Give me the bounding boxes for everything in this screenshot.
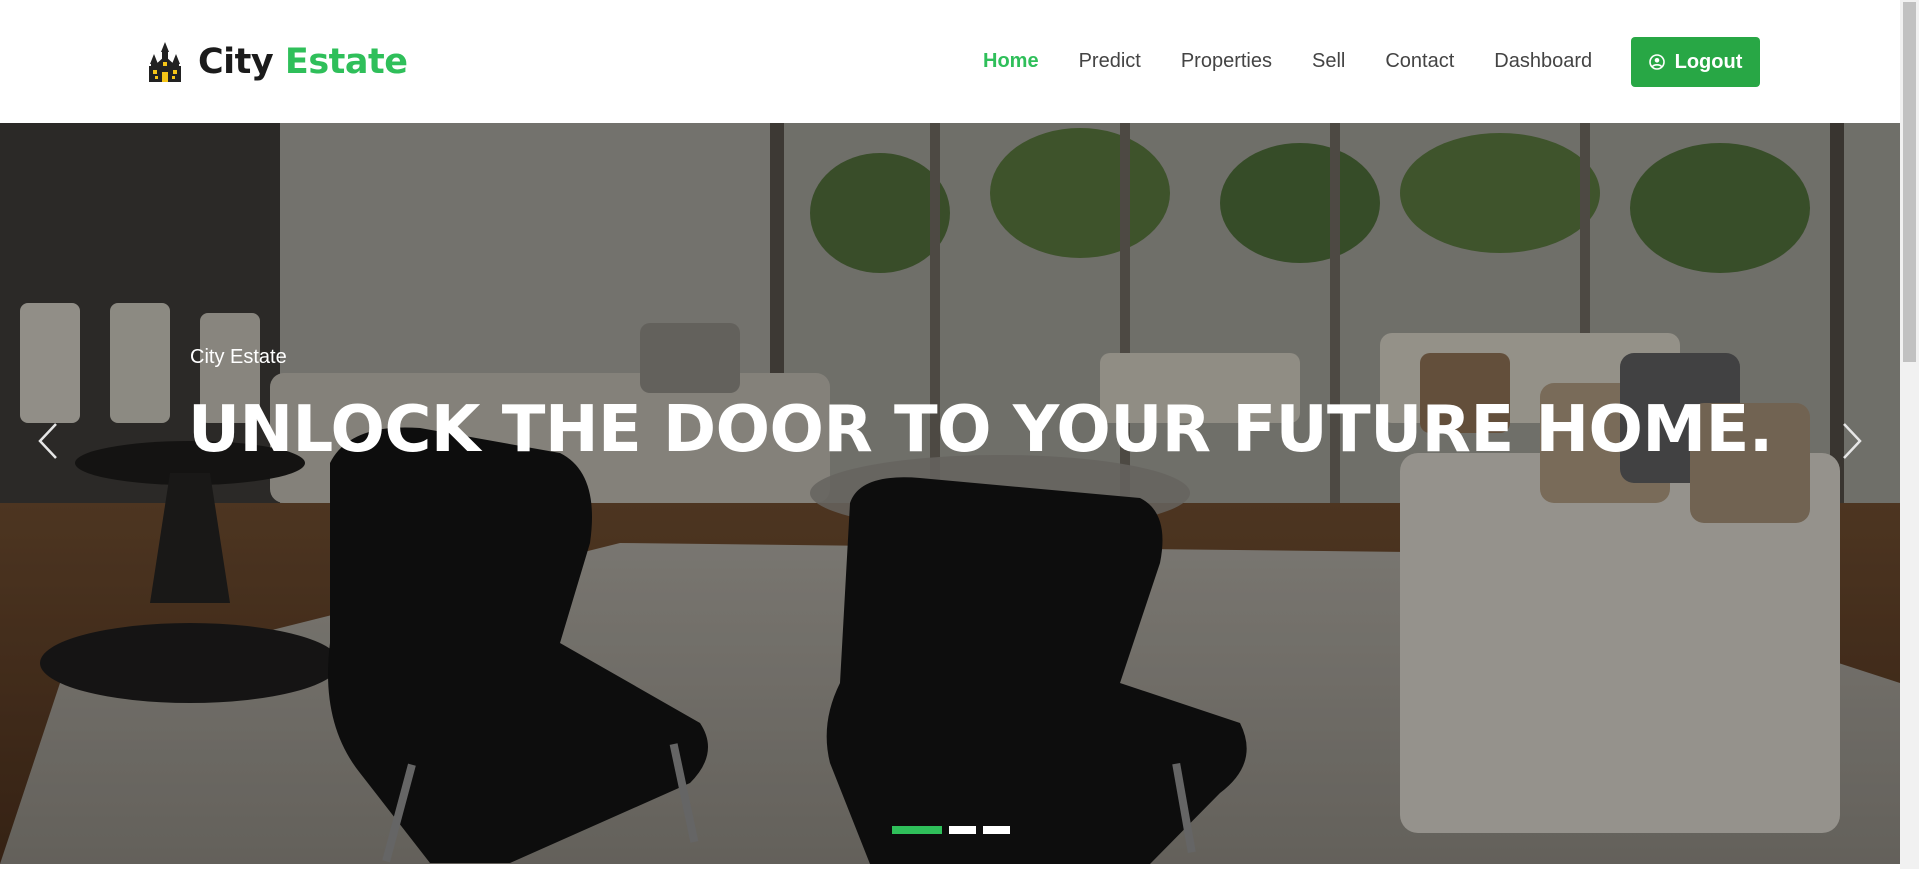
carousel-indicator-3[interactable] <box>983 826 1010 834</box>
nav-link-home[interactable]: Home <box>983 50 1039 73</box>
brand-link[interactable]: City Estate <box>146 38 408 86</box>
nav-link-dashboard[interactable]: Dashboard <box>1494 50 1592 73</box>
carousel-next-button[interactable] <box>1832 411 1872 471</box>
carousel-prev-button[interactable] <box>28 411 68 471</box>
nav-item-properties: Properties <box>1181 50 1272 73</box>
nav-item-dashboard: Dashboard <box>1494 50 1592 73</box>
navbar: City Estate Home Predict Properties Sell… <box>0 0 1900 123</box>
nav-item-predict: Predict <box>1079 50 1141 73</box>
hero-overlay <box>0 123 1900 864</box>
nav-item-sell: Sell <box>1312 50 1345 73</box>
logout-button[interactable]: Logout <box>1631 37 1760 87</box>
chevron-right-icon <box>1843 423 1862 459</box>
carousel-indicator-2[interactable] <box>949 826 976 834</box>
scrollbar-thumb[interactable] <box>1903 2 1916 362</box>
hero-kicker: City Estate <box>190 346 287 368</box>
page-bottom-edge <box>0 864 1900 869</box>
scrollbar[interactable] <box>1900 0 1919 869</box>
brand-name-primary: City <box>198 42 274 82</box>
hero-carousel: City Estate UNLOCK THE DOOR TO YOUR FUTU… <box>0 123 1900 864</box>
chevron-left-icon <box>38 423 57 459</box>
brand-name-accent: Estate <box>284 42 408 82</box>
nav-item-contact: Contact <box>1385 50 1454 73</box>
page: City Estate Home Predict Properties Sell… <box>0 0 1919 869</box>
nav-link-contact[interactable]: Contact <box>1385 50 1454 73</box>
hero-title: UNLOCK THE DOOR TO YOUR FUTURE HOME. <box>188 393 1773 467</box>
carousel-indicator-1[interactable] <box>892 826 942 834</box>
main-nav: Home Predict Properties Sell Contact Das… <box>970 0 1592 123</box>
haunted-house-icon <box>149 42 181 82</box>
user-circle-icon <box>1648 54 1665 70</box>
nav-link-properties[interactable]: Properties <box>1181 50 1272 73</box>
carousel-indicators <box>892 826 1010 834</box>
logout-label: Logout <box>1674 50 1743 73</box>
nav-link-sell[interactable]: Sell <box>1312 50 1345 73</box>
brand-name: City Estate <box>198 42 408 82</box>
nav-link-predict[interactable]: Predict <box>1079 50 1141 73</box>
nav-item-home: Home <box>983 50 1039 73</box>
